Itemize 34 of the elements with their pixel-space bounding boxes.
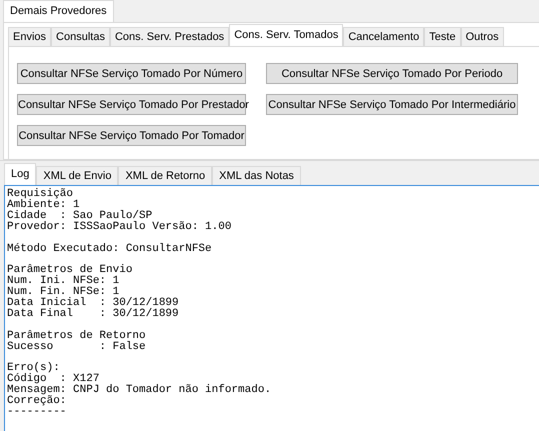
log-line: Data Inicial : 30/12/1899 [7, 298, 179, 309]
tab[interactable]: Demais Provedores [3, 0, 114, 22]
tab[interactable]: Consultas [51, 27, 110, 46]
tab[interactable]: XML de Retorno [118, 166, 212, 185]
tab[interactable]: XML de Envio [36, 166, 118, 185]
log-line: Erro(s): [7, 363, 60, 374]
tab[interactable]: Cons. Serv. Prestados [110, 27, 230, 46]
query-button[interactable]: Consultar NFSe Serviço Tomado Por Número [17, 63, 246, 84]
log-line: Num. Fin. NFSe: 1 [7, 287, 120, 298]
tab[interactable]: Envios [8, 27, 52, 46]
log-line: Correção: [7, 396, 66, 408]
tab[interactable]: Log [4, 163, 36, 185]
query-button[interactable]: Consultar NFSe Serviço Tomado Por Intermediário [266, 94, 518, 115]
log-line: Ambiente: 1 [7, 200, 80, 211]
query-button[interactable]: Consultar NFSe Serviço Tomado Por Tomador [17, 125, 246, 146]
log-line: Código : X127 [7, 374, 100, 386]
log-text-area[interactable] [4, 185, 539, 431]
log-line: Requisição [7, 189, 74, 200]
tab[interactable]: Teste [424, 27, 461, 46]
tab[interactable]: Cons. Serv. Tomados [229, 24, 344, 46]
tab[interactable]: Cancelamento [343, 27, 424, 46]
tab[interactable]: Outros [460, 27, 504, 46]
tab[interactable]: XML das Notas [212, 166, 301, 185]
log-line: Parâmetros de Retorno [7, 330, 146, 342]
log-line: Método Executado: ConsultarNFSe [7, 244, 212, 254]
log-line: Provedor: ISSSaoPaulo Versão: 1.00 [7, 222, 232, 233]
log-line: Sucesso : False [7, 342, 146, 353]
log-line: Num. Ini. NFSe: 1 [7, 276, 120, 288]
log-line: Parâmetros de Envio [7, 265, 132, 276]
log-line: --------- [7, 407, 66, 418]
log-line: Data Final : 30/12/1899 [7, 308, 179, 320]
query-button[interactable]: Consultar NFSe Serviço Tomado Por Periodo [266, 63, 518, 84]
log-line: Cidade : Sao Paulo/SP [7, 210, 152, 222]
log-line: Mensagem: CNPJ do Tomador não informado. [7, 385, 272, 396]
